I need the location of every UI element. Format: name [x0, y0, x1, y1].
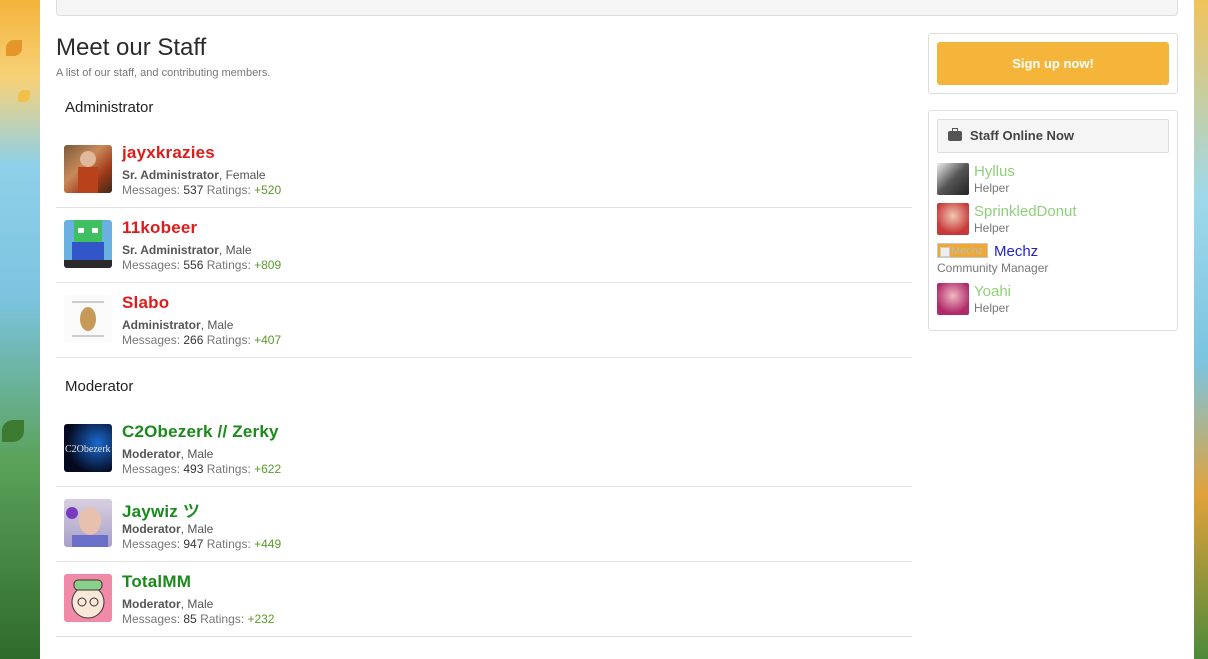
staff-member: Slabo Administrator, Male Messages: 266 …	[56, 283, 912, 358]
staff-member: 11kobeer Sr. Administrator, Male Message…	[56, 208, 912, 283]
member-username[interactable]: 11kobeer	[122, 218, 197, 238]
page-container: Meet our Staff A list of our staff, and …	[40, 0, 1194, 659]
member-stats: Messages: 85 Ratings: +232	[122, 612, 275, 626]
member-username[interactable]: Slabo	[122, 293, 169, 313]
online-staff-item: Hyllus Helper	[937, 153, 1169, 195]
member-stats: Messages: 266 Ratings: +407	[122, 333, 282, 347]
group-title-moderator: Moderator	[65, 378, 134, 395]
member-rank: Moderator, Male	[122, 597, 214, 611]
background-left	[0, 0, 40, 659]
main-content: Meet our Staff A list of our staff, and …	[56, 34, 912, 637]
avatar[interactable]	[64, 499, 112, 547]
member-rank: Moderator, Male	[122, 522, 214, 536]
staff-member: Jaywiz ツ Moderator, Male Messages: 947 R…	[56, 487, 912, 562]
sidebar: Sign up now! Staff Online Now Hyllus Hel…	[928, 33, 1178, 331]
avatar[interactable]	[64, 574, 112, 622]
online-staff-item: Yoahi Helper	[937, 273, 1169, 315]
avatar[interactable]	[937, 203, 969, 235]
avatar[interactable]	[64, 220, 112, 268]
top-bar	[56, 0, 1178, 16]
member-rank: Sr. Administrator, Male	[122, 243, 252, 257]
online-staff-item: Mechz Mechz Community Manager	[937, 233, 1169, 275]
member-username[interactable]: TotalMM	[122, 572, 191, 592]
avatar[interactable]	[64, 145, 112, 193]
svg-text:C2Obezerk: C2Obezerk	[65, 444, 111, 455]
member-rank: Sr. Administrator, Female	[122, 168, 266, 182]
background-right	[1194, 0, 1208, 659]
avatar[interactable]	[937, 163, 969, 195]
member-rank: Moderator, Male	[122, 447, 214, 461]
page-title: Meet our Staff	[56, 34, 207, 61]
broken-image-icon[interactable]: Mechz	[937, 243, 988, 258]
avatar[interactable]	[937, 283, 969, 315]
page-description: A list of our staff, and contributing me…	[56, 67, 271, 79]
avatar[interactable]: C2Obezerk	[64, 424, 112, 472]
member-username[interactable]: C2Obezerk // Zerky	[122, 422, 279, 442]
member-stats: Messages: 556 Ratings: +809	[122, 258, 282, 272]
member-username[interactable]: jayxkrazies	[122, 143, 215, 163]
member-stats: Messages: 947 Ratings: +449	[122, 537, 282, 551]
signup-box: Sign up now!	[928, 33, 1178, 94]
online-staff-item: SprinkledDonut Helper	[937, 193, 1169, 235]
signup-button[interactable]: Sign up now!	[937, 42, 1169, 85]
briefcase-icon	[948, 128, 962, 141]
avatar[interactable]	[64, 295, 112, 343]
staff-online-box: Staff Online Now Hyllus Helper Sprinkled…	[928, 110, 1178, 331]
group-title-administrator: Administrator	[65, 99, 154, 116]
online-staff-name[interactable]: Mechz	[994, 243, 1038, 260]
staff-member: TotalMM Moderator, Male Messages: 85 Rat…	[56, 562, 912, 637]
member-rank: Administrator, Male	[122, 318, 234, 332]
member-stats: Messages: 493 Ratings: +622	[122, 462, 282, 476]
staff-online-header: Staff Online Now	[937, 119, 1169, 153]
online-staff-title: Helper	[974, 301, 1010, 315]
staff-member: jayxkrazies Sr. Administrator, Female Me…	[56, 133, 912, 208]
member-stats: Messages: 537 Ratings: +520	[122, 183, 282, 197]
online-staff-name[interactable]: Yoahi	[974, 283, 1011, 300]
online-staff-name[interactable]: SprinkledDonut	[974, 203, 1077, 220]
member-username[interactable]: Jaywiz ツ	[122, 497, 200, 522]
online-staff-name[interactable]: Hyllus	[974, 163, 1015, 180]
staff-member: C2Obezerk C2Obezerk // Zerky Moderator, …	[56, 412, 912, 487]
